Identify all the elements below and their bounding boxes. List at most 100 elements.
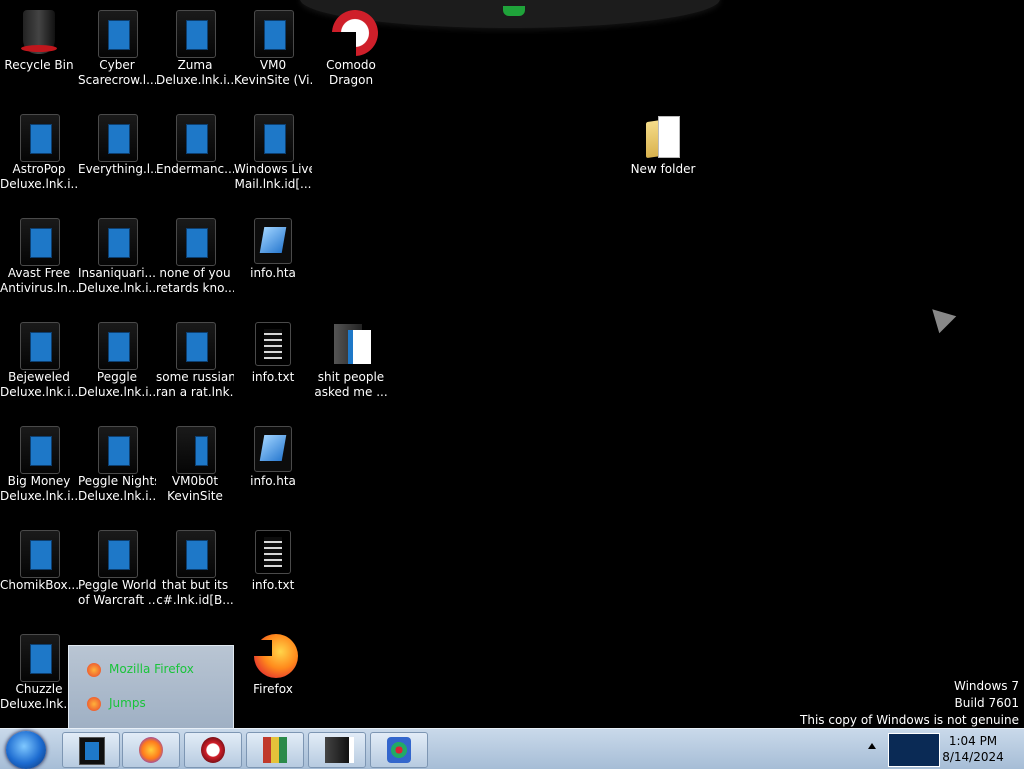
icon-label: Chuzzle Deluxe.lnk.i... xyxy=(0,682,78,711)
hta-file-icon xyxy=(254,218,292,264)
taskbar-button-folder[interactable] xyxy=(308,732,366,768)
shortcut-icon xyxy=(20,634,60,682)
shortcut-icon xyxy=(98,114,138,162)
shortcut-icon xyxy=(98,218,138,266)
icon-label: Zuma Deluxe.lnk.i... xyxy=(156,58,234,87)
icon-label: Peggle Deluxe.lnk.i... xyxy=(78,370,156,399)
desktop-icon-insaniquarium[interactable]: Insaniquari... Deluxe.lnk.i... xyxy=(78,212,156,296)
desktop-icon-everything[interactable]: Everything.l... xyxy=(78,108,156,177)
shortcut-icon xyxy=(98,10,138,58)
watermark-os: Windows 7 xyxy=(953,679,1019,693)
desktop-icon-info-txt-1[interactable]: info.txt xyxy=(234,316,312,385)
taskbar-button-shortcut[interactable] xyxy=(62,732,120,768)
icon-label: shit people asked me ... xyxy=(314,370,388,399)
windows-watermark: Windows 7 Build 7601 This copy of Window… xyxy=(800,678,1019,729)
desktop-icon-none-of-you[interactable]: none of you retards kno... xyxy=(156,212,234,296)
icon-label: Big Money Deluxe.lnk.i... xyxy=(0,474,78,503)
desktop-icon-info-hta-1[interactable]: info.hta xyxy=(234,212,312,281)
desktop-icon-windows-live-mail[interactable]: Windows Live Mail.lnk.id[... xyxy=(234,108,312,192)
icon-label: info.hta xyxy=(250,474,296,488)
start-button[interactable] xyxy=(6,731,46,769)
icon-label: Recycle Bin xyxy=(4,58,74,72)
desktop-icon-peggle-nights[interactable]: Peggle Nights Deluxe.lnk.i... xyxy=(78,420,156,504)
desktop-icon-peggle[interactable]: Peggle Deluxe.lnk.i... xyxy=(78,316,156,400)
hta-file-icon xyxy=(254,426,292,472)
desktop-icon-info-hta-2[interactable]: info.hta xyxy=(234,420,312,489)
shortcut-icon xyxy=(20,530,60,578)
desktop-icon-new-folder[interactable]: New folder xyxy=(624,108,702,177)
taskbar-button-firefox[interactable] xyxy=(122,732,180,768)
desktop-icon-info-txt-2[interactable]: info.txt xyxy=(234,524,312,593)
folder-icon xyxy=(332,322,371,366)
icon-label: Cyber Scarecrow.l... xyxy=(78,58,156,87)
shortcut-icon xyxy=(98,322,138,370)
taskbar-button-winrar[interactable] xyxy=(246,732,304,768)
shortcut-icon xyxy=(176,322,216,370)
desktop-icon-endermanch[interactable]: Endermanc... xyxy=(156,108,234,177)
shortcut-icon xyxy=(98,530,138,578)
desktop-icon-big-money[interactable]: Big Money Deluxe.lnk.i... xyxy=(0,420,78,504)
shortcut-icon xyxy=(176,426,216,474)
icon-label: New folder xyxy=(630,162,696,176)
shortcut-icon xyxy=(20,114,60,162)
taskbar: 1:04 PM 8/14/2024 xyxy=(0,728,1024,769)
tray-expand-icon[interactable] xyxy=(868,743,876,749)
icon-label: Peggle Nights Deluxe.lnk.i... xyxy=(78,474,156,503)
icon-label: Windows Live Mail.lnk.id[... xyxy=(234,162,312,191)
desktop-icon-firefox[interactable]: Firefox xyxy=(234,628,312,697)
taskbar-button-office[interactable] xyxy=(370,732,428,768)
icon-label: some russian ran a rat.lnk... xyxy=(156,370,234,399)
comodo-dragon-icon xyxy=(201,737,225,763)
desktop-icon-vm0-kevinsite[interactable]: VM0KevinSite (Vi... xyxy=(234,4,312,88)
desktop-icon-zuma[interactable]: Zuma Deluxe.lnk.i... xyxy=(156,4,234,88)
shortcut-icon xyxy=(176,218,216,266)
shortcut-icon xyxy=(20,322,60,370)
mouse-cursor-icon xyxy=(923,300,957,334)
shortcut-icon xyxy=(79,737,105,765)
desktop-icon-shit-people-asked[interactable]: shit people asked me ... xyxy=(312,316,390,400)
shortcut-icon xyxy=(98,426,138,474)
text-file-icon xyxy=(255,530,291,574)
taskbar-thumbnail-popup[interactable]: Mozilla Firefox Jumps xyxy=(68,645,234,729)
popup-item-jumps[interactable]: Jumps xyxy=(87,696,146,711)
icon-label: ChomikBox.... xyxy=(0,578,78,592)
icon-label: AstroPop Deluxe.lnk.i... xyxy=(0,162,78,191)
recycle-bin-icon xyxy=(21,10,57,54)
icon-label: Insaniquari... Deluxe.lnk.i... xyxy=(78,266,156,295)
icon-label: none of you retards kno... xyxy=(156,266,234,295)
desktop-icon-peggle-world[interactable]: Peggle World of Warcraft ... xyxy=(78,524,156,608)
shortcut-icon xyxy=(20,426,60,474)
firefox-icon xyxy=(87,696,101,711)
shortcut-icon xyxy=(254,114,294,162)
firefox-icon xyxy=(254,634,298,678)
desktop-icon-chomikbox[interactable]: ChomikBox.... xyxy=(0,524,78,593)
desktop-icon-comodo-dragon[interactable]: Comodo Dragon xyxy=(312,4,390,88)
office-icon xyxy=(387,737,411,763)
desktop-icon-astropop[interactable]: AstroPop Deluxe.lnk.i... xyxy=(0,108,78,192)
icon-label: Endermanc... xyxy=(156,162,234,176)
desktop-icon-cyber-scarecrow[interactable]: Cyber Scarecrow.l... xyxy=(78,4,156,88)
shortcut-icon xyxy=(176,10,216,58)
icon-label: Bejeweled Deluxe.lnk.i... xyxy=(0,370,78,399)
popup-item-firefox[interactable]: Mozilla Firefox xyxy=(87,662,194,677)
icon-label: Peggle World of Warcraft ... xyxy=(78,578,156,607)
shortcut-icon xyxy=(20,218,60,266)
firefox-icon xyxy=(87,662,101,677)
icon-label: VM0b0t KevinSite xyxy=(167,474,223,503)
icon-label: that but its c#.lnk.id[B... xyxy=(156,578,234,607)
icon-label: info.hta xyxy=(250,266,296,280)
desktop-icon-vm0b0t[interactable]: VM0b0t KevinSite xyxy=(156,420,234,504)
icon-label: info.txt xyxy=(251,370,295,384)
clock[interactable]: 1:04 PM 8/14/2024 xyxy=(930,733,1016,765)
taskbar-button-comodo[interactable] xyxy=(184,732,242,768)
desktop-icon-recycle-bin[interactable]: Recycle Bin xyxy=(0,4,78,73)
desktop-icon-bejeweled[interactable]: Bejeweled Deluxe.lnk.i... xyxy=(0,316,78,400)
firefox-icon xyxy=(139,737,163,763)
desktop-icon-some-russian[interactable]: some russian ran a rat.lnk... xyxy=(156,316,234,400)
desktop-icon-chuzzle[interactable]: Chuzzle Deluxe.lnk.i... xyxy=(0,628,78,712)
shortcut-icon xyxy=(176,114,216,162)
desktop-icon-avast[interactable]: Avast Free Antivirus.ln... xyxy=(0,212,78,296)
desktop-icon-that-but-its-csharp[interactable]: that but its c#.lnk.id[B... xyxy=(156,524,234,608)
clock-time: 1:04 PM xyxy=(948,734,998,748)
icon-label: Comodo Dragon xyxy=(326,58,376,87)
